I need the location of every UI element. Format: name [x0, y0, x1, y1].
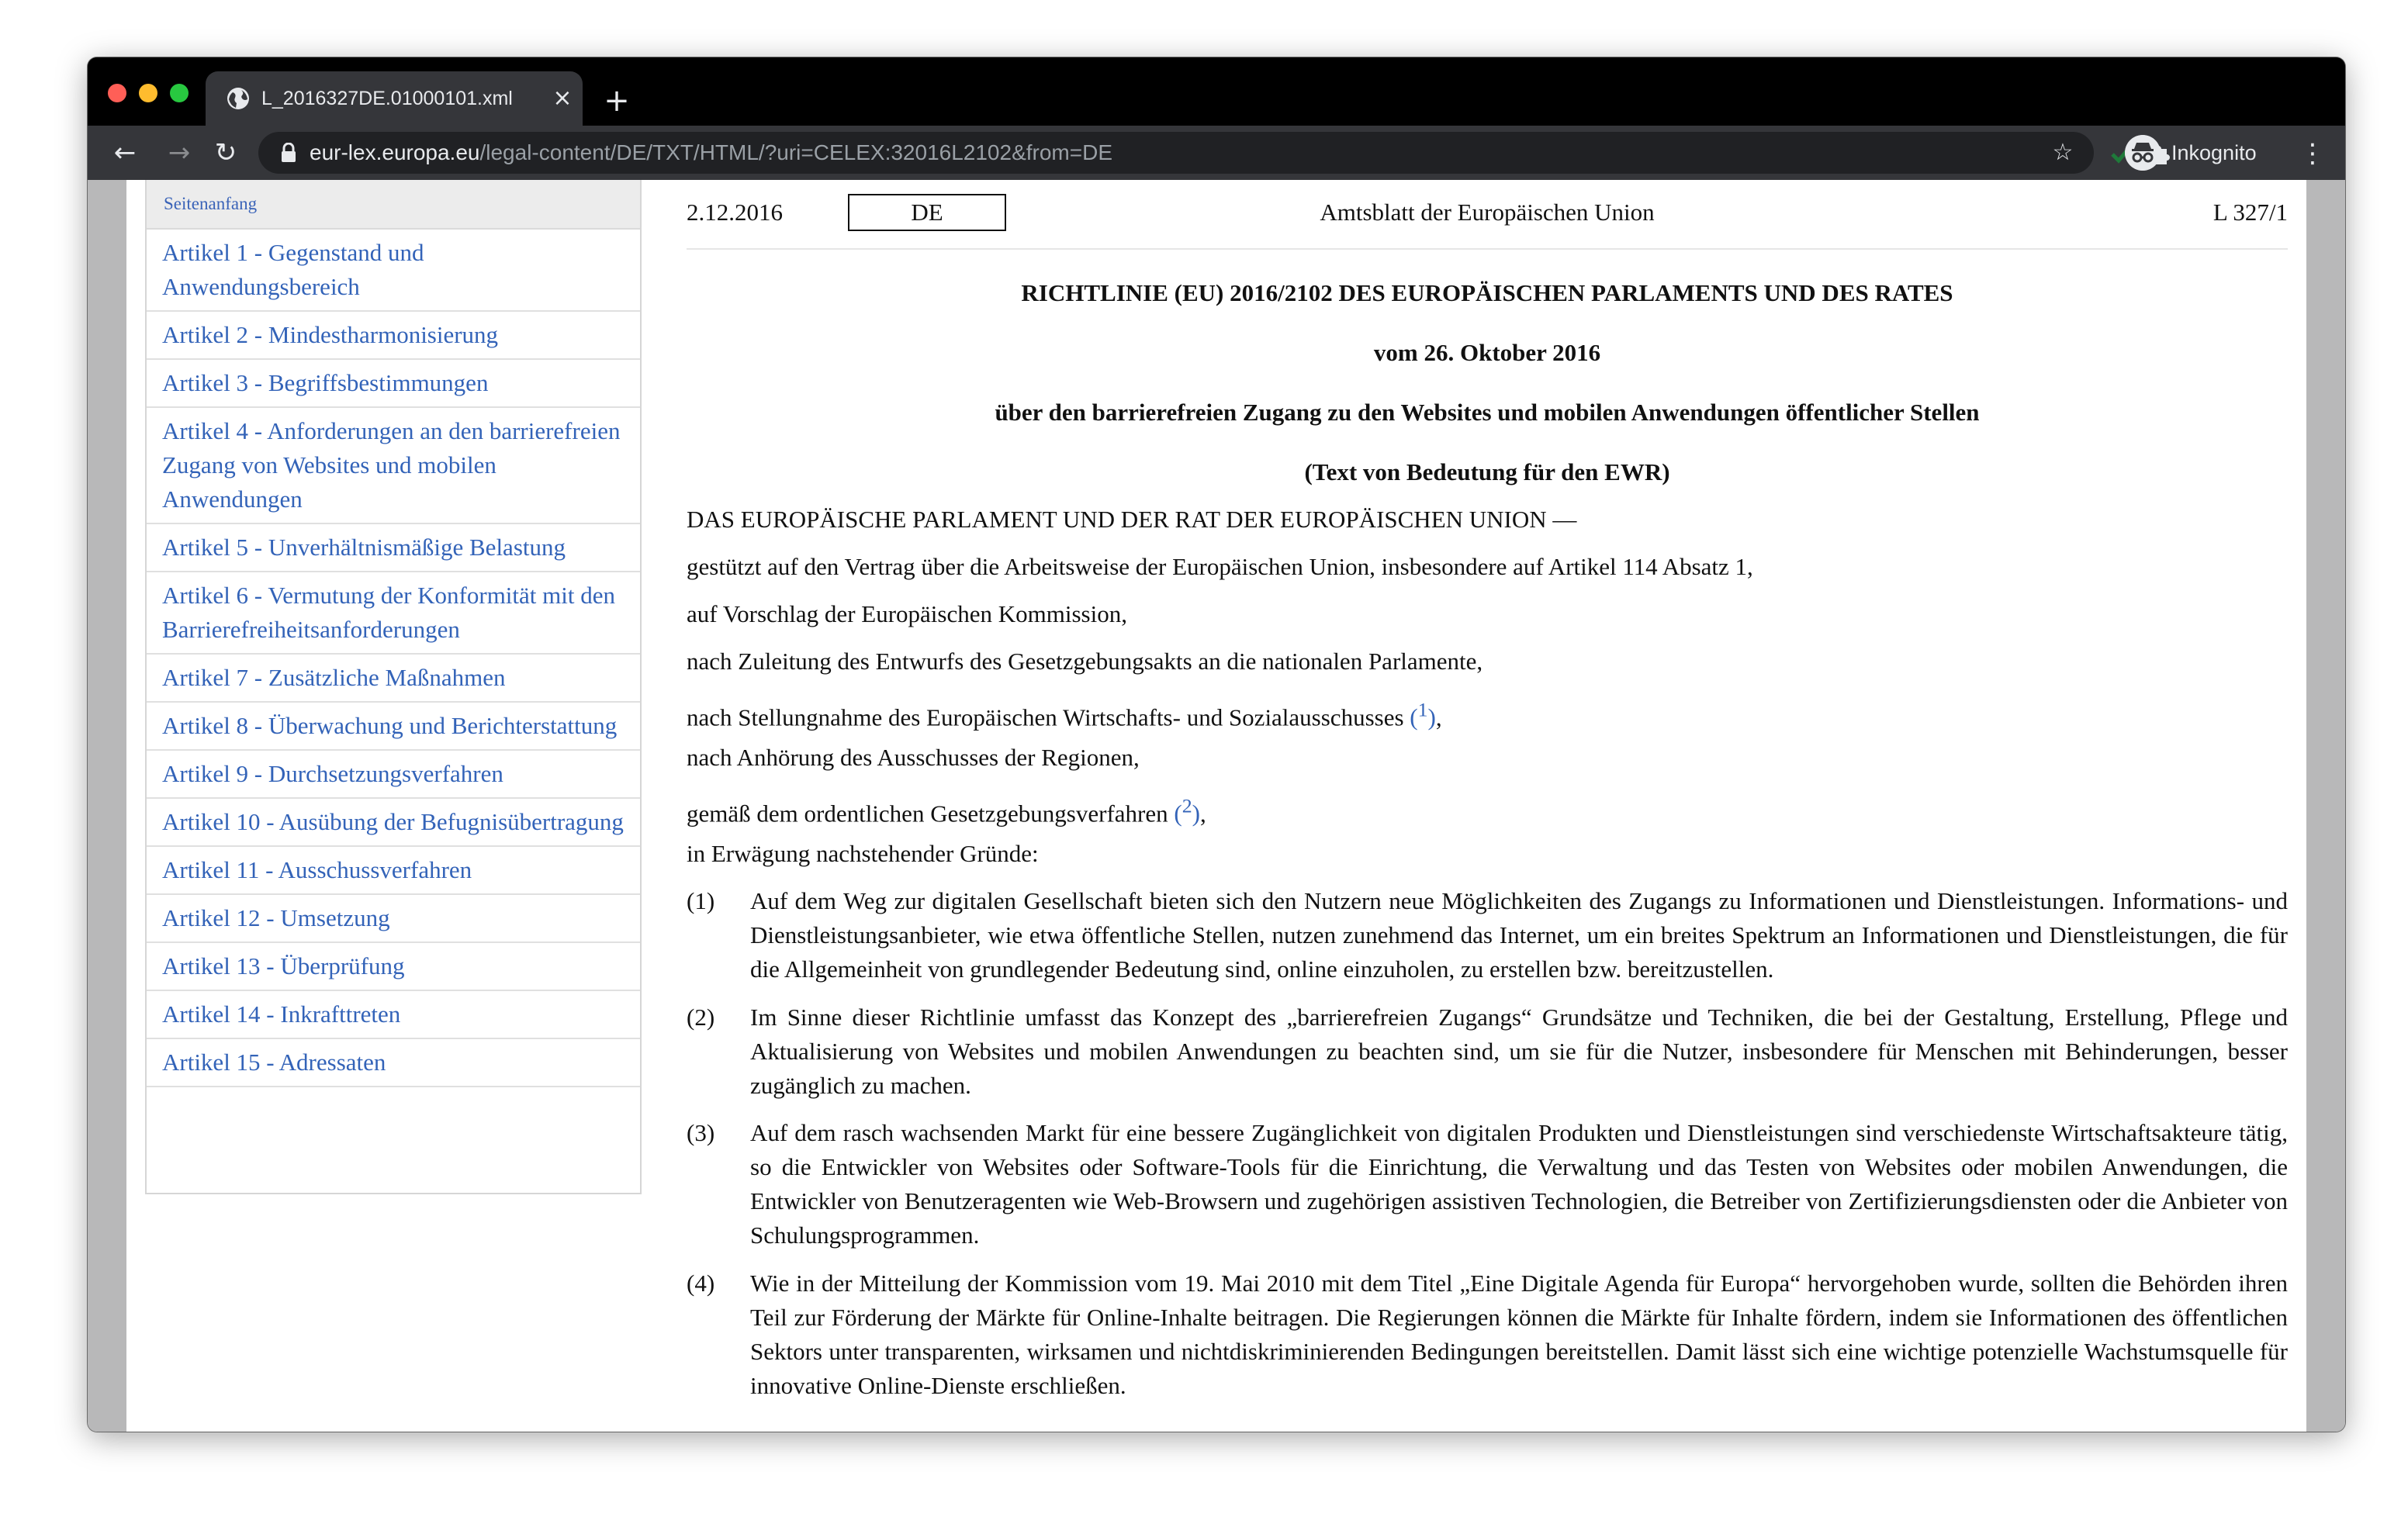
citation-regions: nach Anhörung des Ausschusses der Region…: [687, 744, 1140, 771]
page-viewport: Seitenanfang Artikel 1 - Gegenstand und …: [88, 180, 2345, 1432]
tab-bar: L_2016327DE.01000101.xml × +: [88, 57, 2345, 126]
toc-link-article-6[interactable]: Artikel 6 - Vermutung der Konformität mi…: [147, 572, 640, 655]
citation-procedure: gemäß dem ordentlichen Gesetzgebungsverf…: [687, 795, 1206, 827]
address-bar[interactable]: eur-lex.europa.eu/legal-content/DE/TXT/H…: [258, 132, 2094, 174]
close-tab-icon[interactable]: ×: [548, 85, 576, 112]
toc-link-article-10[interactable]: Artikel 10 - Ausübung der Befugnisübertr…: [147, 799, 640, 847]
new-tab-button[interactable]: +: [600, 84, 634, 118]
recital-number: (4): [687, 1270, 715, 1297]
footnote-link-2[interactable]: (2): [1174, 795, 1200, 827]
page-gutter-left: [88, 180, 126, 1432]
toc-link-article-12[interactable]: Artikel 12 - Umsetzung: [147, 895, 640, 943]
table-of-contents: Seitenanfang Artikel 1 - Gegenstand und …: [145, 180, 642, 1194]
recital-text: Auf dem rasch wachsenden Markt für eine …: [750, 1119, 2288, 1249]
toc-link-article-8[interactable]: Artikel 8 - Überwachung und Berichtersta…: [147, 703, 640, 751]
url-host: eur-lex.europa.eu: [310, 140, 480, 164]
document-subject: über den barrierefreien Zugang zu den We…: [995, 399, 1980, 426]
recital-text: Im Sinne dieser Richtlinie umfasst das K…: [750, 1004, 2288, 1099]
citation-procedure-text: gemäß dem ordentlichen Gesetzgebungsverf…: [687, 800, 1175, 827]
reload-button[interactable]: ↻: [209, 136, 243, 170]
close-window-button[interactable]: [108, 84, 126, 102]
citation-proposal: auf Vorschlag der Europäischen Kommissio…: [687, 600, 1127, 627]
recital-number: (2): [687, 1004, 715, 1031]
citation-parliaments: nach Zuleitung des Entwurfs des Gesetzge…: [687, 648, 1483, 675]
toc-link-article-5[interactable]: Artikel 5 - Unverhältnismäßige Belastung: [147, 524, 640, 572]
incognito-profile-button[interactable]: Inkognito: [2125, 133, 2280, 172]
browser-window: L_2016327DE.01000101.xml × + ← → ↻ eur-l…: [88, 57, 2345, 1432]
publication-date: 2.12.2016: [687, 199, 783, 226]
toc-link-article-2[interactable]: Artikel 2 - Mindestharmonisierung: [147, 312, 640, 360]
whereas-intro: in Erwägung nachstehender Gründe:: [687, 840, 1039, 867]
citation-treaty: gestützt auf den Vertrag über die Arbeit…: [687, 553, 1753, 580]
journal-header: Amtsblatt der Europäischen Union 2.12.20…: [687, 180, 2288, 250]
globe-icon: [227, 88, 249, 109]
toc-link-article-11[interactable]: Artikel 11 - Ausschussverfahren: [147, 847, 640, 895]
back-button[interactable]: ←: [108, 136, 142, 170]
toolbar: ← → ↻ eur-lex.europa.eu/legal-content/DE…: [88, 126, 2345, 180]
recital-text: Wie in der Mitteilung der Kommission vom…: [750, 1270, 2288, 1399]
lock-icon: [282, 143, 296, 162]
preamble: DAS EUROPÄISCHE PARLAMENT UND DER RAT DE…: [687, 506, 1577, 533]
citation-esc: nach Stellungnahme des Europäischen Wirt…: [687, 699, 1442, 731]
maximize-window-button[interactable]: [170, 84, 189, 102]
toc-link-article-15[interactable]: Artikel 15 - Adressaten: [147, 1039, 640, 1087]
toc-link-article-13[interactable]: Artikel 13 - Überprüfung: [147, 943, 640, 991]
toc-link-article-7[interactable]: Artikel 7 - Zusätzliche Maßnahmen: [147, 655, 640, 703]
toc-link-article-14[interactable]: Artikel 14 - Inkrafttreten: [147, 991, 640, 1039]
journal-page-ref: L 327/1: [2213, 199, 2288, 226]
recital-number: (3): [687, 1119, 715, 1146]
language-code: DE: [848, 194, 1006, 231]
tab-title: L_2016327DE.01000101.xml: [261, 88, 513, 109]
recital-text: Auf dem Weg zur digitalen Gesellschaft b…: [750, 887, 2288, 983]
citation-esc-text: nach Stellungnahme des Europäischen Wirt…: [687, 703, 1410, 731]
back-to-top-link[interactable]: Seitenanfang: [147, 180, 640, 230]
incognito-label: Inkognito: [2171, 141, 2257, 164]
page-gutter-right: [2306, 180, 2345, 1432]
incognito-icon: [2125, 135, 2161, 171]
toc-link-article-3[interactable]: Artikel 3 - Begriffsbestimmungen: [147, 360, 640, 408]
recital-number: (1): [687, 887, 715, 914]
document-date: vom 26. Oktober 2016: [1373, 339, 1601, 366]
toc-link-article-4[interactable]: Artikel 4 - Anforderungen an den barrier…: [147, 408, 640, 524]
forward-button[interactable]: →: [162, 136, 196, 170]
document-title: RICHTLINIE (EU) 2016/2102 DES EUROPÄISCH…: [1021, 279, 1953, 306]
minimize-window-button[interactable]: [139, 84, 157, 102]
eea-relevance: (Text von Bedeutung für den EWR): [1304, 458, 1670, 485]
toc-link-article-9[interactable]: Artikel 9 - Durchsetzungsverfahren: [147, 751, 640, 799]
footnote-link-1[interactable]: (1): [1410, 699, 1436, 731]
url-path: /legal-content/DE/TXT/HTML/?uri=CELEX:32…: [479, 140, 1112, 164]
document-body: Amtsblatt der Europäischen Union 2.12.20…: [687, 180, 2288, 1432]
bookmark-star-icon[interactable]: ☆: [2049, 139, 2077, 167]
toc-link-article-1[interactable]: Artikel 1 - Gegenstand und Anwendungsber…: [147, 230, 640, 312]
tab-active[interactable]: L_2016327DE.01000101.xml ×: [206, 71, 583, 126]
url-text: eur-lex.europa.eu/legal-content/DE/TXT/H…: [310, 132, 1112, 174]
browser-menu-icon[interactable]: ⋮: [2297, 136, 2328, 171]
